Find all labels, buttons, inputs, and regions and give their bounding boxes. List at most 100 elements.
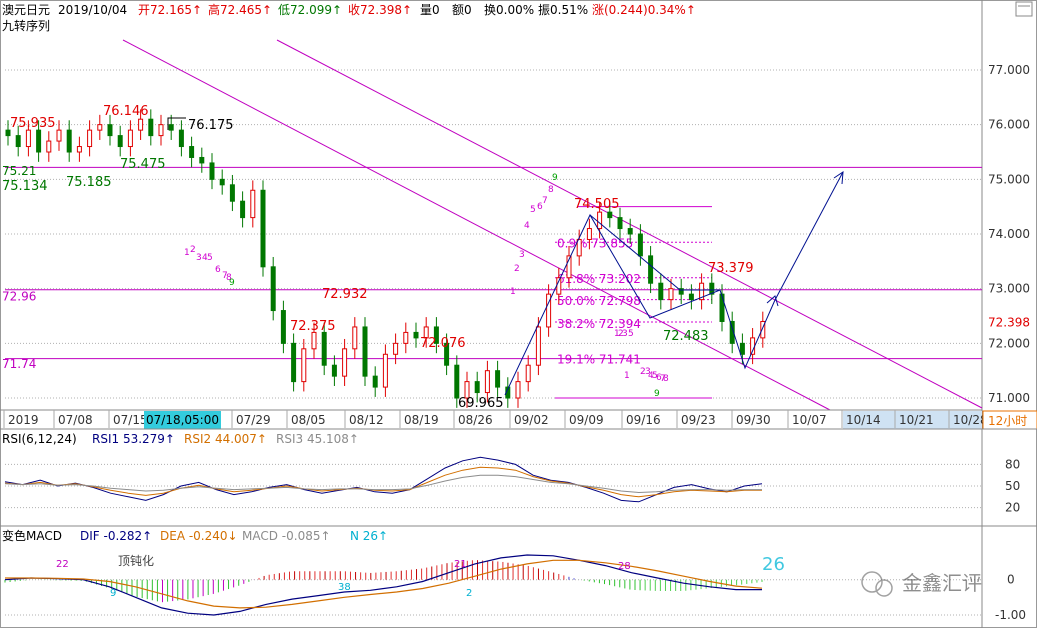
rsi-tick: 50 (1005, 479, 1020, 493)
candle-body (66, 129, 72, 153)
macd-tick: 0 (1007, 573, 1015, 587)
chart-root: 澳元日元 2019/10/04 开72.165↑ 高72.465↑ 低72.099↑ 收7… (0, 0, 1037, 628)
level-label: 72.96 (2, 290, 36, 304)
header-item: 量0 (420, 3, 440, 17)
candle-body (209, 162, 215, 180)
nine-seq-label: 4 (524, 221, 530, 231)
nine-seq-green: 9 (229, 278, 235, 288)
candle-body (648, 255, 654, 284)
candle-body (178, 129, 184, 148)
x-label: 08/19 (404, 413, 439, 427)
price-tick: 71.000 (988, 391, 1030, 405)
nine-seq-label: 8 (548, 185, 554, 195)
current-price: 72.398 (988, 316, 1030, 330)
candle-body (627, 228, 633, 235)
macd-count: 2 (466, 588, 472, 599)
candle-body (291, 342, 297, 383)
window-icon (1015, 1, 1033, 17)
macd-value: N 26↑ (350, 529, 388, 543)
candle-body (484, 370, 490, 394)
projection-arrows (504, 171, 844, 396)
x-label: 09/30 (736, 413, 771, 427)
candle-body (454, 364, 460, 399)
dark-label: 76.175 (188, 118, 234, 133)
high-label: 76.146 (103, 104, 149, 119)
candle-body (525, 364, 531, 383)
nine-seq-label: 5 (628, 329, 634, 339)
rsi-value: RSI2 44.007↑ (184, 432, 267, 446)
candle-body (607, 211, 613, 219)
candle-body (362, 326, 368, 377)
nine-seq-label: 1 (624, 371, 630, 381)
candle-body (739, 342, 745, 355)
x-label: 09/23 (681, 413, 716, 427)
candle-body (658, 282, 664, 301)
candles (5, 109, 766, 408)
x-label: 07/15 (113, 413, 148, 427)
candle-body (321, 331, 327, 366)
candle-body (76, 146, 82, 153)
fib-label: 19.1% 71.741 (557, 353, 641, 367)
low-label: 75.475 (120, 157, 166, 172)
candle-body (372, 375, 378, 388)
rsi-panel: RSI(6,12,24) RSI1 53.279↑ RSI2 44.007↑ RSI3… (0, 432, 1037, 527)
nine-seq-label: 1 (184, 248, 190, 258)
candle-body (342, 348, 348, 377)
nine-seq-label: 1 (510, 287, 516, 297)
x-label: 08/26 (458, 413, 493, 427)
macd-value: DEA -0.240↓ (160, 529, 238, 543)
candle-body (117, 135, 123, 148)
levels: 75.21 72.96 71.74 (2, 164, 982, 371)
watermark-text: 金鑫汇评 (902, 571, 982, 595)
candle-body (199, 156, 205, 164)
wechat-icon-2 (875, 579, 893, 597)
macd-tick: -1.00 (995, 608, 1026, 622)
candle-body (107, 124, 113, 137)
macd-count: 22 (56, 559, 69, 570)
candle-body (127, 129, 133, 148)
nine-seq-label: 3 (622, 329, 628, 339)
x-label: 09/16 (626, 413, 661, 427)
candle-body (382, 353, 388, 388)
price-tick: 76.000 (988, 118, 1030, 132)
candle-body (25, 129, 31, 148)
candle-body (495, 370, 501, 388)
header-date: 2019/10/04 (58, 3, 127, 17)
header-item: 低72.099↑ (278, 3, 342, 17)
level-label: 71.74 (2, 357, 36, 371)
macd-note: 顶钝化 (118, 554, 154, 568)
candle-body (240, 200, 246, 219)
fib-label: 50.0% 72.798 (557, 294, 641, 308)
low-label: 72.483 (663, 329, 709, 344)
watermark: 金鑫汇评 (861, 571, 982, 597)
candle-body (15, 135, 21, 148)
trend-line-lower (122, 39, 831, 411)
candle-body (688, 293, 694, 301)
candle-body (535, 326, 541, 366)
candle-body (219, 178, 225, 186)
x-label: 08/05 (291, 413, 326, 427)
rsi-line (4, 474, 762, 494)
macd-count: 28 (618, 561, 631, 572)
high-label: 73.379 (708, 261, 754, 276)
rsi-tick: 80 (1005, 457, 1020, 471)
candle-body (36, 129, 42, 153)
macd-big-count: 26 (762, 554, 785, 575)
indicator-name: 九转序列 (2, 18, 50, 33)
macd-count: 21 (454, 559, 467, 570)
high-label: 72.076 (420, 336, 466, 351)
candle-body (168, 124, 174, 131)
macd-panel: 变色MACD DIF -0.282↑ DEA -0.240↓ MACD -0.085↑… (2, 528, 1026, 622)
candle-body (637, 233, 643, 257)
low-label: 75.185 (66, 175, 112, 190)
nine-seq-label: 6 (215, 265, 221, 275)
header-bar: 澳元日元 2019/10/04 开72.165↑ 高72.465↑ 低72.099↑ 收7… (2, 2, 696, 33)
candle-body (586, 228, 592, 240)
candle-body (413, 331, 419, 339)
candle-body (138, 118, 144, 131)
candle-body (474, 381, 480, 394)
nine-seq-label: 8 (663, 374, 669, 384)
price-tick: 74.000 (988, 227, 1030, 241)
x-label: 2019 (8, 413, 39, 427)
macd-value: MACD -0.085↑ (242, 529, 331, 543)
